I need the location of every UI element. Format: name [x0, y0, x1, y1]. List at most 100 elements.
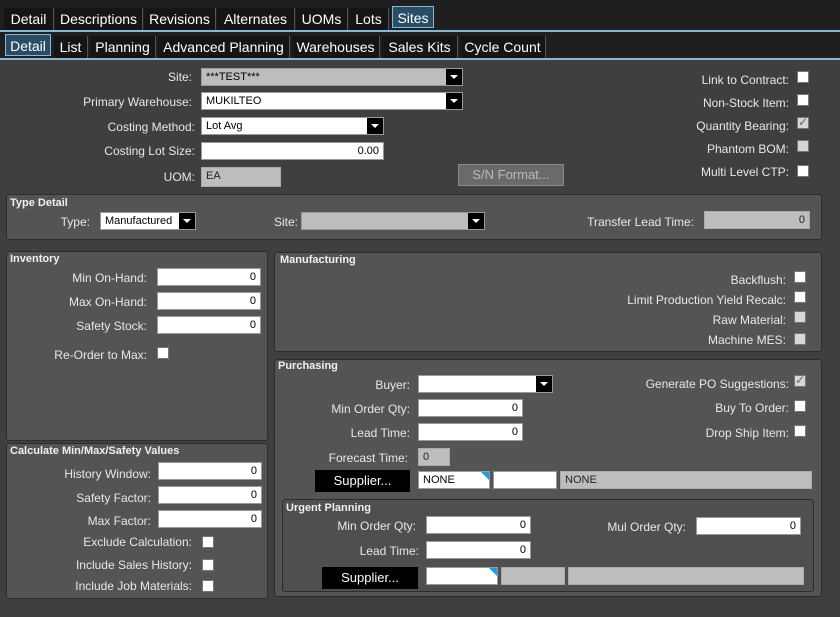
exclude-calculation-label: Exclude Calculation:: [83, 535, 192, 549]
quantity-bearing-checkbox[interactable]: [797, 115, 809, 129]
max-on-hand-input[interactable]: 0: [157, 292, 261, 310]
urgent-min-order-input[interactable]: 0: [426, 516, 531, 534]
lead-time-input[interactable]: 0: [418, 423, 523, 441]
subtab-warehouses[interactable]: Warehouses: [292, 36, 380, 58]
calculate-title: Calculate Min/Max/Safety Values: [10, 445, 180, 457]
include-job-materials-checkbox[interactable]: [202, 580, 214, 592]
urgent-supplier-button[interactable]: Supplier...: [322, 567, 418, 589]
phantom-bom-checkbox[interactable]: [797, 140, 809, 152]
generate-po-checkbox[interactable]: [794, 373, 806, 387]
transfer-lead-time-input[interactable]: 0: [704, 211, 810, 229]
backflush-checkbox[interactable]: [794, 271, 806, 283]
subtab-planning[interactable]: Planning: [90, 36, 156, 58]
top-tab-bar: Detail Descriptions Revisions Alternates…: [0, 0, 840, 32]
sn-format-button[interactable]: S/N Format...: [458, 164, 564, 186]
costing-lot-size-label: Costing Lot Size:: [104, 144, 195, 158]
subtab-sales-kits[interactable]: Sales Kits: [382, 36, 458, 58]
safety-factor-label: Safety Factor:: [76, 491, 151, 505]
safety-stock-label: Safety Stock:: [76, 319, 147, 333]
primary-warehouse-value: MUKILTEO: [206, 95, 262, 107]
tab-sites[interactable]: Sites: [392, 6, 434, 28]
manufacturing-title: Manufacturing: [280, 254, 356, 266]
type-site-combo[interactable]: [301, 212, 485, 230]
buy-to-order-label: Buy To Order:: [715, 401, 789, 415]
machine-mes-label: Machine MES:: [707, 333, 786, 347]
supplier-name-input: NONE: [560, 471, 812, 489]
subtab-list[interactable]: List: [54, 36, 88, 58]
reorder-to-max-checkbox[interactable]: [157, 347, 169, 359]
mul-order-qty-input[interactable]: 0: [696, 517, 801, 535]
mul-order-qty-label: Mul Order Qty:: [607, 520, 686, 534]
tab-lots[interactable]: Lots: [349, 8, 389, 30]
chevron-down-icon[interactable]: [468, 213, 484, 229]
purchasing-title: Purchasing: [278, 360, 338, 372]
tab-uoms[interactable]: UOMs: [296, 8, 348, 30]
site-value: ***TEST***: [206, 71, 260, 83]
chevron-down-icon[interactable]: [446, 93, 462, 109]
type-site-label: Site:: [273, 215, 298, 229]
urgent-min-order-label: Min Order Qty:: [337, 519, 416, 533]
tab-revisions[interactable]: Revisions: [144, 8, 216, 30]
site-combo[interactable]: ***TEST***: [201, 68, 463, 86]
primary-warehouse-combo[interactable]: MUKILTEO: [201, 92, 463, 110]
max-factor-input[interactable]: 0: [158, 510, 262, 528]
history-window-label: History Window:: [64, 467, 151, 481]
phantom-bom-label: Phantom BOM:: [706, 142, 789, 156]
inventory-title: Inventory: [10, 253, 60, 265]
subtab-detail[interactable]: Detail: [5, 34, 51, 56]
chevron-down-icon[interactable]: [179, 213, 195, 229]
supplier-id-input[interactable]: NONE: [418, 471, 490, 489]
buyer-combo[interactable]: [418, 375, 553, 393]
chevron-down-icon[interactable]: [536, 376, 552, 392]
exclude-calculation-checkbox[interactable]: [202, 536, 214, 548]
backflush-label: Backflush:: [730, 273, 786, 287]
safety-stock-input[interactable]: 0: [157, 316, 261, 334]
buy-to-order-checkbox[interactable]: [794, 400, 806, 412]
safety-factor-input[interactable]: 0: [158, 486, 262, 504]
type-label: Type:: [60, 215, 90, 229]
min-on-hand-label: Min On-Hand:: [72, 271, 147, 285]
type-combo[interactable]: Manufactured: [100, 212, 196, 230]
chevron-down-icon[interactable]: [367, 118, 383, 134]
supplier-site-input[interactable]: [493, 471, 557, 489]
subtab-cycle-count[interactable]: Cycle Count: [460, 36, 546, 58]
min-on-hand-input[interactable]: 0: [157, 268, 261, 286]
non-stock-item-checkbox[interactable]: [797, 94, 809, 106]
tab-alternates[interactable]: Alternates: [217, 8, 295, 30]
uom-label: UOM:: [163, 170, 195, 184]
site-label: Site:: [167, 70, 192, 84]
limit-yield-label: Limit Production Yield Recalc:: [627, 293, 786, 307]
raw-material-checkbox[interactable]: [794, 311, 806, 323]
tab-descriptions[interactable]: Descriptions: [55, 8, 143, 30]
urgent-lead-time-input[interactable]: 0: [426, 541, 531, 559]
raw-material-label: Raw Material:: [712, 313, 786, 327]
tab-detail[interactable]: Detail: [4, 8, 54, 30]
max-factor-label: Max Factor:: [87, 514, 151, 528]
urgent-supplier-id-input[interactable]: [426, 567, 498, 585]
link-to-contract-checkbox[interactable]: [797, 71, 809, 83]
costing-method-combo[interactable]: Lot Avg: [201, 117, 384, 135]
include-job-materials-label: Include Job Materials:: [75, 579, 192, 593]
multi-level-ctp-checkbox[interactable]: [797, 165, 809, 177]
drop-ship-item-label: Drop Ship Item:: [705, 426, 789, 440]
supplier-button[interactable]: Supplier...: [315, 470, 410, 492]
forecast-time-input[interactable]: 0: [418, 448, 450, 466]
subtab-advanced-planning[interactable]: Advanced Planning: [158, 36, 290, 58]
sub-tab-bar: Detail List Planning Advanced Planning W…: [0, 32, 840, 59]
urgent-supplier-site-input: [501, 567, 565, 585]
chevron-down-icon[interactable]: [446, 69, 462, 85]
machine-mes-checkbox[interactable]: [794, 333, 806, 345]
costing-lot-size-input[interactable]: 0.00: [201, 142, 384, 160]
include-sales-history-checkbox[interactable]: [202, 559, 214, 571]
min-order-qty-input[interactable]: 0: [418, 399, 523, 417]
drop-ship-item-checkbox[interactable]: [794, 425, 806, 437]
history-window-input[interactable]: 0: [158, 462, 262, 480]
subtab-divider: [0, 58, 840, 60]
urgent-supplier-name-input: [568, 567, 804, 585]
urgent-planning-title: Urgent Planning: [286, 502, 371, 514]
transfer-lead-time-label: Transfer Lead Time:: [587, 215, 694, 229]
uom-input[interactable]: EA: [201, 167, 281, 187]
costing-method-label: Costing Method:: [107, 120, 195, 134]
link-to-contract-label: Link to Contract:: [701, 73, 789, 87]
limit-yield-checkbox[interactable]: [794, 291, 806, 303]
